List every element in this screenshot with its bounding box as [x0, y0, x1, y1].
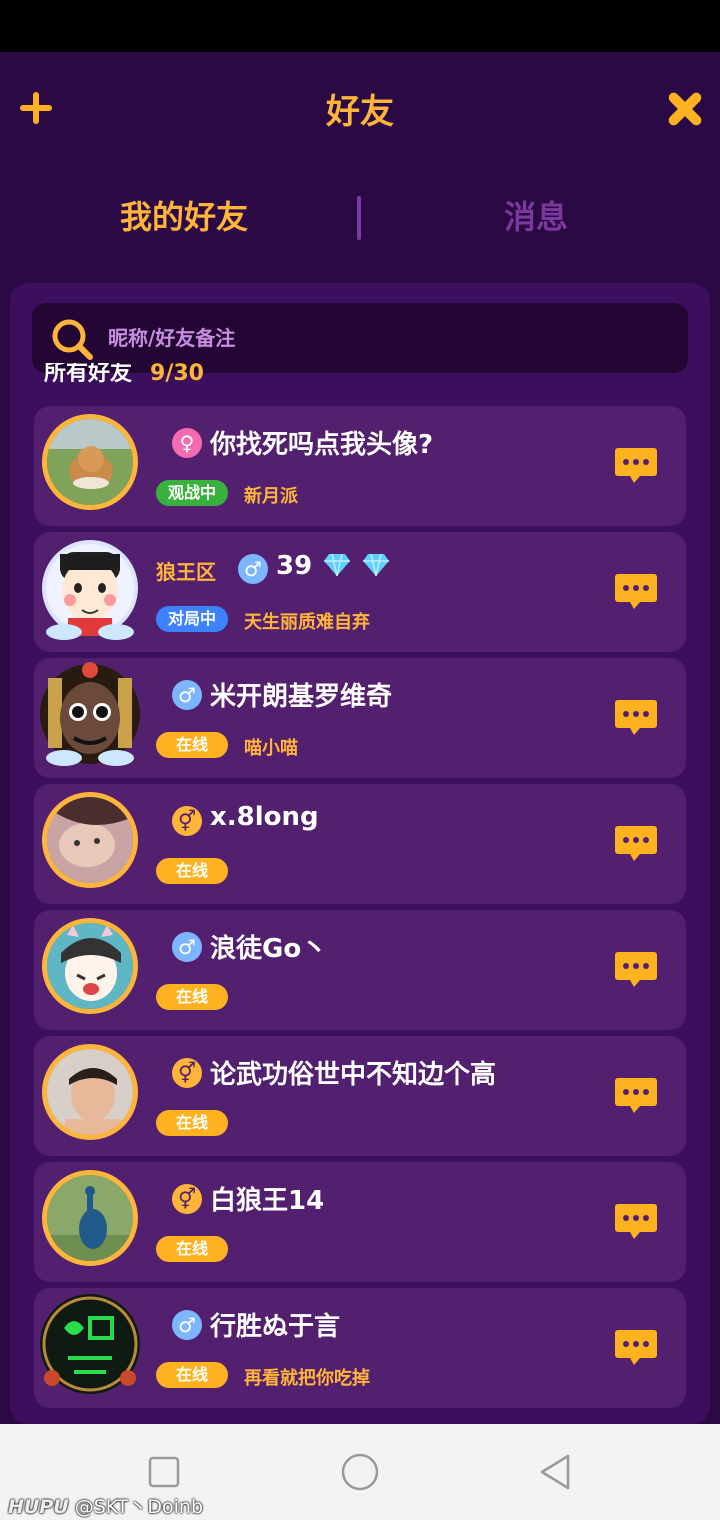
home-icon[interactable]: [340, 1452, 380, 1492]
status-badge: 在线: [156, 858, 228, 884]
friends-count-value: 9/30: [150, 363, 204, 386]
gender-male-icon: ♂: [238, 554, 268, 584]
gender-unknown-icon: ⚥: [172, 806, 202, 836]
gender-unknown-icon: ⚥: [172, 1058, 202, 1088]
friend-remark: 天生丽质难自弃: [244, 612, 370, 633]
status-badge: 在线: [156, 1236, 228, 1262]
avatar[interactable]: [42, 1044, 138, 1140]
chat-bubble-icon[interactable]: [614, 1328, 658, 1366]
avatar[interactable]: [34, 532, 146, 644]
tab-bar: 我的好友 消息: [0, 192, 720, 242]
friends-panel: 所有好友 9/30 ♀ 你找死吗点我头像? 观战中 新月派 狼王区 ♂: [10, 283, 710, 1424]
gender-unknown-icon: ⚥: [172, 1184, 202, 1214]
status-badge: 在线: [156, 1362, 228, 1388]
chat-bubble-icon[interactable]: [614, 950, 658, 988]
watermark-brand: HUPU: [8, 1496, 69, 1518]
close-button[interactable]: [664, 88, 706, 130]
friend-row[interactable]: 狼王区 ♂ 39 对局中 天生丽质难自弃: [34, 532, 686, 652]
status-badge: 对局中: [156, 606, 228, 632]
header: 好友: [0, 52, 720, 164]
watermark-user: @SKT丶Doinb: [74, 1496, 204, 1518]
status-badge: 在线: [156, 732, 228, 758]
page-title: 好友: [326, 92, 394, 132]
avatar[interactable]: [34, 1288, 146, 1400]
avatar[interactable]: [34, 658, 146, 770]
friend-row[interactable]: ⚥ x.8long 在线: [34, 784, 686, 904]
friend-row[interactable]: ♂ 浪徒Go丶 在线: [34, 910, 686, 1030]
friend-remark: 新月派: [244, 486, 298, 507]
friend-name: 行胜ぬ于言: [210, 1312, 341, 1342]
watermark: HUPU @SKT丶Doinb: [8, 1492, 203, 1519]
back-icon[interactable]: [536, 1452, 576, 1492]
diamond-icon: [363, 553, 390, 577]
recent-apps-icon[interactable]: [144, 1452, 184, 1492]
avatar[interactable]: [42, 1170, 138, 1266]
diamond-icon: [324, 553, 351, 577]
friend-remark: 再看就把你吃掉: [244, 1368, 370, 1389]
chat-bubble-icon[interactable]: [614, 824, 658, 862]
friend-name: 39: [276, 551, 313, 581]
avatar[interactable]: [42, 792, 138, 888]
friend-region: 狼王区: [156, 560, 216, 584]
status-bar: [0, 0, 720, 52]
status-badge: 在线: [156, 1110, 228, 1136]
avatar[interactable]: [42, 918, 138, 1014]
friend-name: 你找死吗点我头像?: [210, 430, 434, 460]
friends-count-label: 所有好友: [44, 363, 133, 386]
status-badge: 观战中: [156, 480, 228, 506]
gender-male-icon: ♂: [172, 680, 202, 710]
friend-name: x.8long: [210, 802, 319, 832]
friend-remark: 喵小喵: [244, 738, 298, 759]
friend-row[interactable]: ♂ 行胜ぬ于言 在线 再看就把你吃掉: [34, 1288, 686, 1408]
chat-bubble-icon[interactable]: [614, 572, 658, 610]
gender-male-icon: ♂: [172, 1310, 202, 1340]
chat-bubble-icon[interactable]: [614, 698, 658, 736]
friend-row[interactable]: ♂ 米开朗基罗维奇 在线 喵小喵: [34, 658, 686, 778]
friend-row[interactable]: ♀ 你找死吗点我头像? 观战中 新月派: [34, 406, 686, 526]
friend-row[interactable]: ⚥ 白狼王14 在线: [34, 1162, 686, 1282]
friend-name: 米开朗基罗维奇: [210, 682, 393, 712]
chat-bubble-icon[interactable]: [614, 446, 658, 484]
friend-name-with-gems: 39: [276, 550, 390, 581]
friend-name: 白狼王14: [210, 1186, 325, 1216]
friend-name: 论武功俗世中不知边个高: [210, 1060, 497, 1090]
friend-row[interactable]: ⚥ 论武功俗世中不知边个高 在线: [34, 1036, 686, 1156]
friends-count: 所有好友 9/30: [44, 363, 204, 387]
chat-bubble-icon[interactable]: [614, 1202, 658, 1240]
gender-male-icon: ♂: [172, 932, 202, 962]
chat-bubble-icon[interactable]: [614, 1076, 658, 1114]
avatar[interactable]: [42, 414, 138, 510]
status-badge: 在线: [156, 984, 228, 1010]
search-icon: [52, 319, 93, 360]
tab-divider: [357, 196, 361, 240]
gender-female-icon: ♀: [172, 428, 202, 458]
friend-name: 浪徒Go丶: [210, 934, 328, 964]
tab-my-friends[interactable]: 我的好友: [34, 192, 334, 242]
friends-screen: 好友 我的好友 消息 所有好友 9/30 ♀ 你找死吗点我头像?: [0, 52, 720, 1424]
tab-messages[interactable]: 消息: [386, 192, 686, 242]
